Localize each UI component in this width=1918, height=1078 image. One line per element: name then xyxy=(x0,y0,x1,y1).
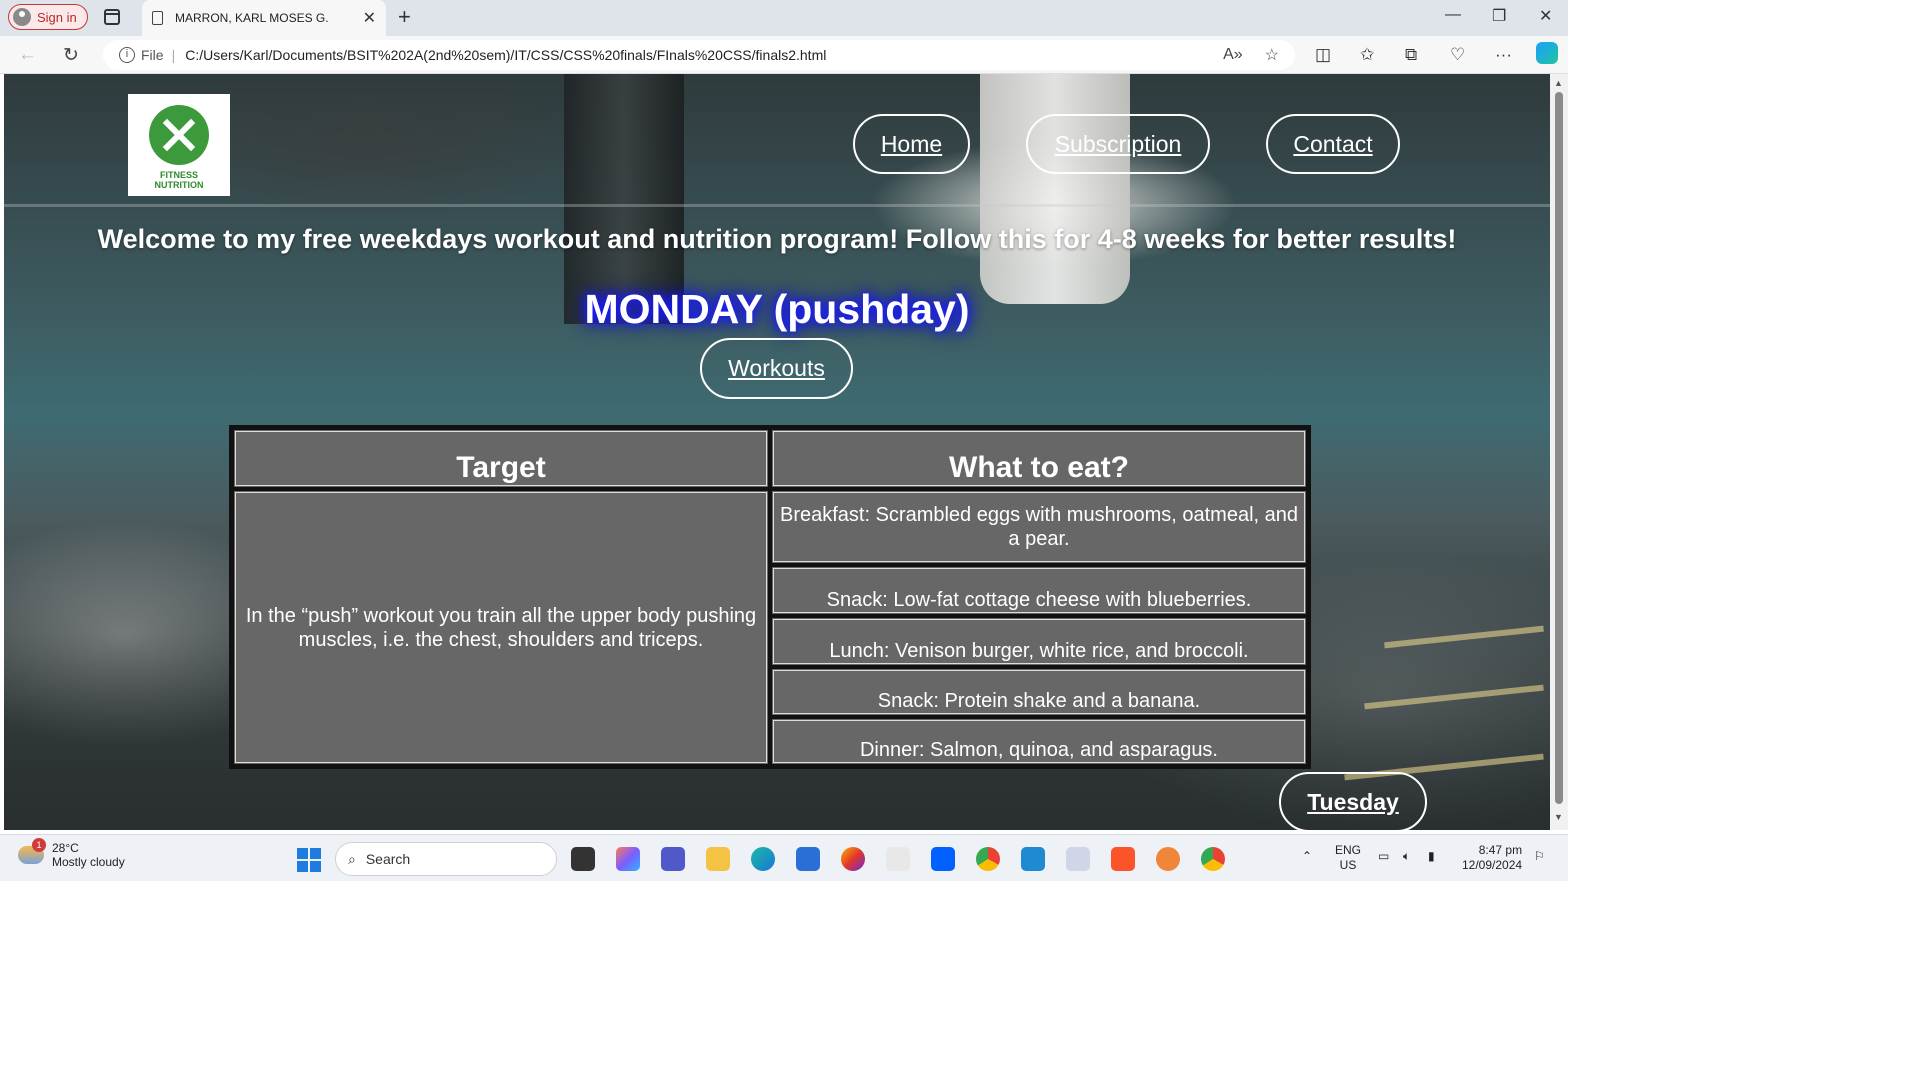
nav-subscription-link[interactable]: Subscription xyxy=(1026,114,1210,174)
next-day-tuesday-link[interactable]: Tuesday xyxy=(1279,772,1427,830)
scroll-down-icon[interactable]: ▼ xyxy=(1554,812,1563,822)
weather-cloud-icon: 1 xyxy=(18,838,46,864)
language-line-1: ENG xyxy=(1335,843,1362,857)
language-indicator[interactable]: ENG US xyxy=(1335,843,1361,873)
tab-title: MARRON, KARL MOSES G. xyxy=(175,11,329,25)
weather-widget[interactable]: 1 28°C Mostly cloudy xyxy=(18,838,125,869)
teams-icon[interactable] xyxy=(661,847,685,871)
weather-badge: 1 xyxy=(32,838,46,852)
restore-icon[interactable]: ❐ xyxy=(1492,6,1506,26)
sign-in-button[interactable]: Sign in xyxy=(8,4,88,30)
clock-date: 12/09/2024 xyxy=(1462,858,1523,872)
page-scrollbar[interactable]: ▲ ▼ xyxy=(1550,74,1568,830)
meal-breakfast-cell: Breakfast: Scrambled eggs with mushrooms… xyxy=(770,489,1308,565)
scroll-up-icon[interactable]: ▲ xyxy=(1554,78,1563,88)
browser-essentials-icon[interactable]: ♡ xyxy=(1450,45,1465,65)
vscode-icon[interactable] xyxy=(1021,847,1045,871)
start-button[interactable] xyxy=(297,848,321,872)
profile-icon xyxy=(13,8,31,26)
snipping-tool-icon[interactable] xyxy=(1066,847,1090,871)
weather-condition: Mostly cloudy xyxy=(52,855,125,869)
weather-temp: 28°C xyxy=(52,841,79,855)
day-heading: MONDAY (pushday) xyxy=(584,286,970,332)
edge-icon[interactable] xyxy=(751,847,775,871)
sign-in-label: Sign in xyxy=(37,9,77,25)
store-icon[interactable] xyxy=(796,847,820,871)
scrollbar-thumb[interactable] xyxy=(1555,92,1563,804)
windows-taskbar: 1 28°C Mostly cloudy ⌕ Search ⌃ ENG US ▭… xyxy=(0,834,1568,881)
clock-time: 8:47 pm xyxy=(1478,843,1523,857)
favorite-star-icon[interactable]: ☆ xyxy=(1265,45,1279,65)
notifications-icon[interactable]: ⚐ xyxy=(1534,849,1545,864)
copilot-icon[interactable] xyxy=(1536,42,1558,64)
blender-icon[interactable] xyxy=(1156,847,1180,871)
minimize-icon[interactable]: — xyxy=(1445,6,1461,24)
background-punching-bag-light xyxy=(980,74,1130,304)
more-options-icon[interactable]: ··· xyxy=(1495,45,1512,65)
copilot-app-icon[interactable] xyxy=(616,847,640,871)
amazon-icon[interactable] xyxy=(886,847,910,871)
close-window-icon[interactable]: ✕ xyxy=(1539,6,1552,26)
browser-address-bar: ← ↻ i File | C:/Users/Karl/Documents/BSI… xyxy=(0,36,1568,74)
favorites-icon[interactable]: ✩ xyxy=(1360,45,1374,65)
volume-icon[interactable]: 🔈︎ xyxy=(1403,849,1410,864)
search-icon: ⌕ xyxy=(348,850,356,867)
refresh-icon[interactable]: ↻ xyxy=(63,44,79,67)
task-view-icon[interactable] xyxy=(571,847,595,871)
url-field[interactable]: i File | C:/Users/Karl/Documents/BSIT%20… xyxy=(103,40,1295,70)
browser-tab-bar: Sign in MARRON, KARL MOSES G. ✕ + — ❐ ✕ xyxy=(0,0,1568,36)
search-placeholder: Search xyxy=(365,851,411,867)
monday-plan-table: Target What to eat? In the “push” workou… xyxy=(229,425,1311,769)
close-tab-icon[interactable]: ✕ xyxy=(363,8,376,28)
tab-actions-icon[interactable] xyxy=(104,9,120,25)
meal-dinner-cell: Dinner: Salmon, quinoa, and asparagus. xyxy=(770,717,1308,766)
chrome-icon[interactable] xyxy=(976,847,1000,871)
back-icon[interactable]: ← xyxy=(18,44,37,66)
show-hidden-icons[interactable]: ⌃ xyxy=(1302,849,1312,864)
split-screen-icon[interactable]: ◫ xyxy=(1315,45,1331,65)
file-explorer-icon[interactable] xyxy=(706,847,730,871)
taskbar-search[interactable]: ⌕ Search xyxy=(335,842,557,876)
url-scheme-label: File xyxy=(141,47,164,63)
read-aloud-icon[interactable]: A» xyxy=(1223,46,1243,64)
fitness-nutrition-logo: FITNESS NUTRITION xyxy=(128,94,230,196)
page-icon xyxy=(152,11,163,25)
table-header-target: Target xyxy=(232,428,770,489)
meal-snack-2-cell: Snack: Protein shake and a banana. xyxy=(770,667,1308,717)
nav-home-link[interactable]: Home xyxy=(853,114,970,174)
page-viewport: FITNESS NUTRITION Home Subscription Cont… xyxy=(4,74,1550,830)
firefox-icon[interactable] xyxy=(841,847,865,871)
target-description-cell: In the “push” workout you train all the … xyxy=(232,489,770,766)
network-icon[interactable]: ▭ xyxy=(1378,849,1389,864)
background-ring-rope xyxy=(4,204,1550,207)
dumbbell-icon xyxy=(149,105,209,165)
meal-lunch-cell: Lunch: Venison burger, white rice, and b… xyxy=(770,616,1308,667)
brave-icon[interactable] xyxy=(1111,847,1135,871)
logo-line-1: FITNESS xyxy=(159,170,198,180)
logo-line-2: NUTRITION xyxy=(154,180,204,190)
chrome-profile-icon[interactable] xyxy=(1201,847,1225,871)
battery-icon[interactable]: ▮ xyxy=(1428,849,1435,864)
language-line-2: US xyxy=(1339,858,1357,872)
dropbox-icon[interactable] xyxy=(931,847,955,871)
browser-tab-active[interactable]: MARRON, KARL MOSES G. ✕ xyxy=(142,0,386,36)
url-text: C:/Users/Karl/Documents/BSIT%202A(2nd%20… xyxy=(185,47,827,63)
meal-snack-1-cell: Snack: Low-fat cottage cheese with blueb… xyxy=(770,565,1308,616)
table-header-what-to-eat: What to eat? xyxy=(770,428,1308,489)
collections-icon[interactable]: ⧉ xyxy=(1405,45,1417,65)
url-separator: | xyxy=(171,47,176,63)
clock[interactable]: 8:47 pm 12/09/2024 xyxy=(1462,843,1522,873)
info-icon[interactable]: i xyxy=(119,47,135,63)
new-tab-icon[interactable]: + xyxy=(398,4,411,30)
welcome-message: Welcome to my free weekdays workout and … xyxy=(97,224,1457,254)
nav-contact-link[interactable]: Contact xyxy=(1266,114,1400,174)
workouts-link[interactable]: Workouts xyxy=(700,338,853,399)
